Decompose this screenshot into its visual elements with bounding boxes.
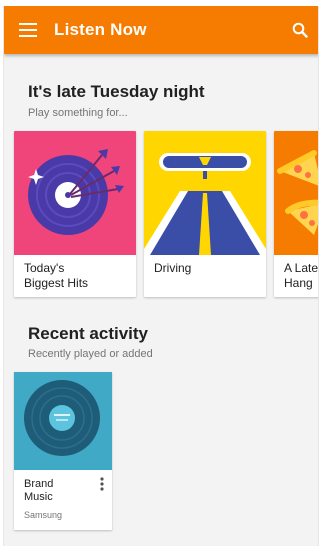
album-art-vinyl xyxy=(14,372,112,470)
section-title-recent-activity: Recent activity xyxy=(28,324,148,343)
playlist-art-road-mirror xyxy=(144,131,266,255)
playlist-art-pizza xyxy=(274,131,318,255)
recent-item-artist: Samsung xyxy=(24,510,63,520)
search-icon[interactable] xyxy=(286,16,314,44)
section-subtitle-recent-activity: Recently played or added xyxy=(28,348,153,360)
playlist-label: Driving xyxy=(154,261,192,275)
section-title-late-night: It's late Tuesday night xyxy=(28,82,205,101)
recent-item-title: Brand Music xyxy=(24,478,54,503)
section-subtitle-late-night: Play something for... xyxy=(28,107,128,119)
app-bar-title: Listen Now xyxy=(54,20,147,39)
listen-now-screen: Listen Now It's late Tuesday night Play … xyxy=(3,6,319,546)
recent-item-brand-music[interactable]: Brand Music Samsung xyxy=(14,372,112,530)
playlist-card-driving[interactable]: Driving xyxy=(144,131,266,297)
more-vertical-icon[interactable] xyxy=(96,476,108,492)
playlist-card-todays-biggest-hits[interactable]: Today's Biggest Hits xyxy=(14,131,136,297)
playlist-label: A Late Hang xyxy=(284,261,319,290)
playlist-label: Today's Biggest Hits xyxy=(24,261,89,290)
playlist-card-a-late-hang[interactable]: A Late Hang xyxy=(274,131,319,297)
hamburger-menu-icon[interactable] xyxy=(4,6,52,54)
playlist-art-vinyl-target xyxy=(14,131,136,255)
app-bar: Listen Now xyxy=(4,6,318,54)
